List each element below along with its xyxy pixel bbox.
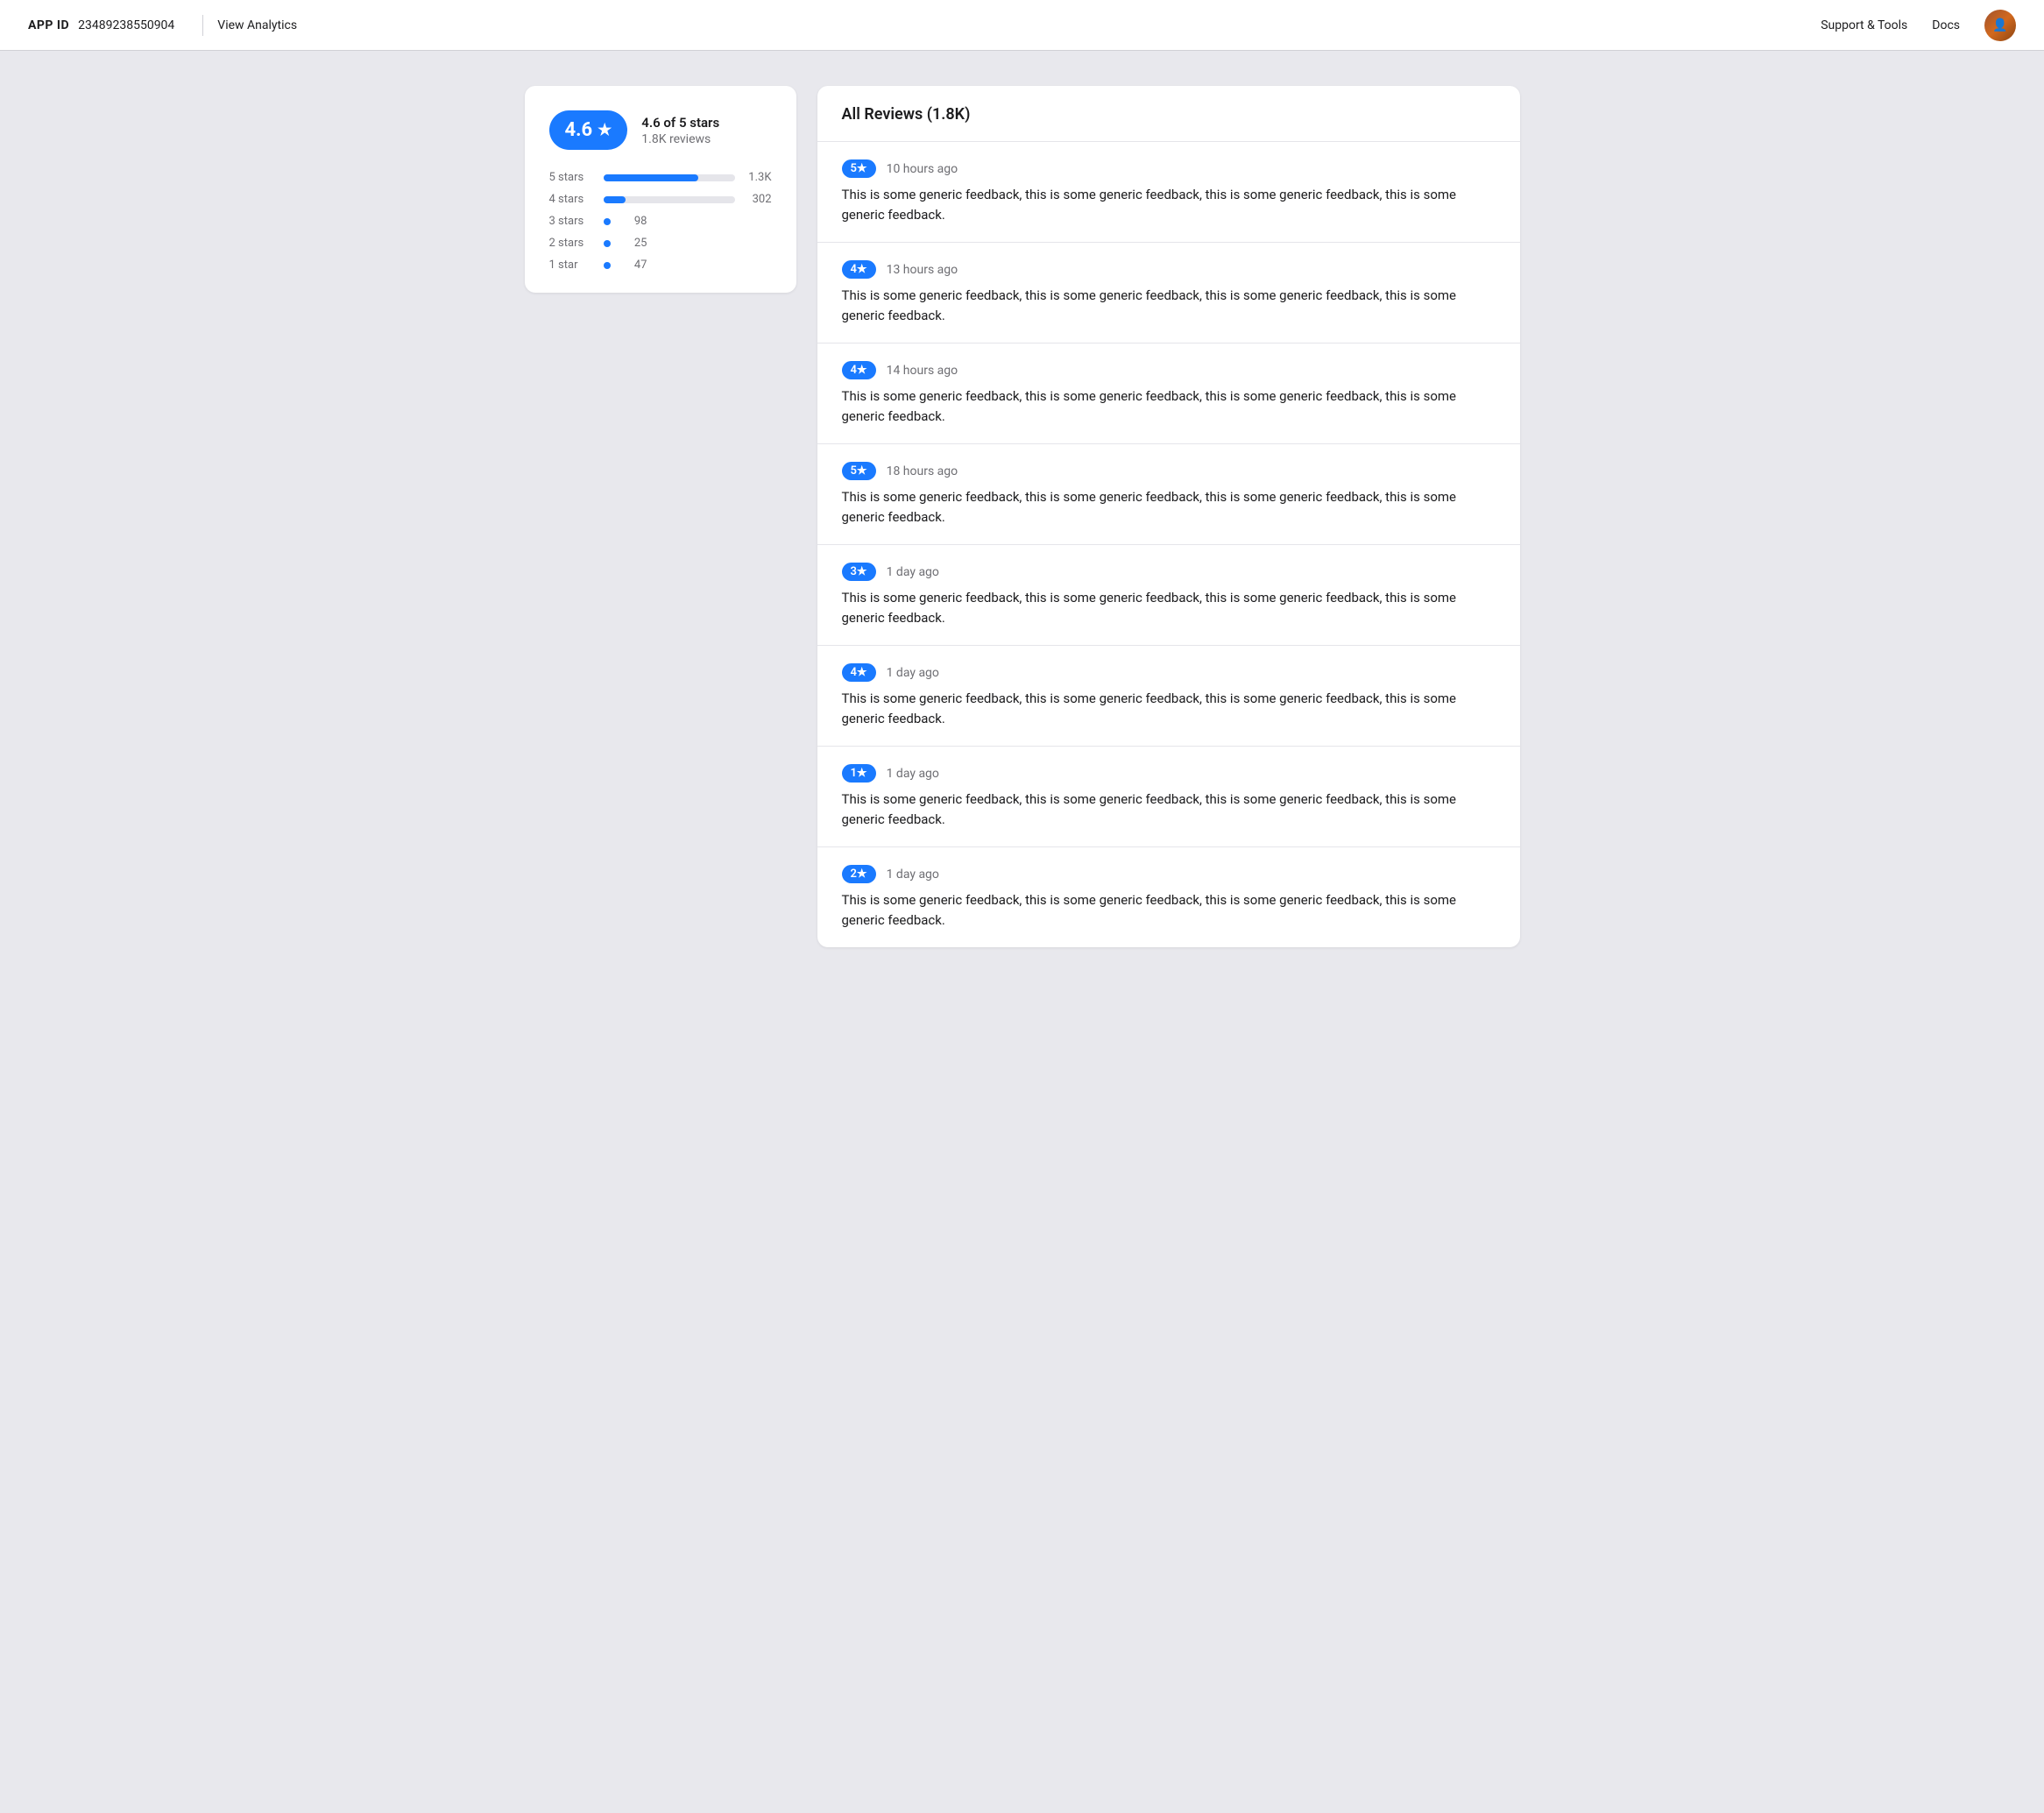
reviews-list: 5★ 10 hours ago This is some generic feedb…	[817, 142, 1520, 947]
review-time: 10 hours ago	[887, 162, 958, 176]
review-text: This is some generic feedback, this is s…	[842, 185, 1496, 224]
review-item: 4★ 14 hours ago This is some generic feedb…	[817, 343, 1520, 444]
review-meta: 5★ 18 hours ago	[842, 462, 1496, 480]
review-text: This is some generic feedback, this is s…	[842, 286, 1496, 325]
bar-dot	[604, 240, 611, 247]
bar-label: 3 stars	[549, 215, 595, 228]
review-stars-badge: 5★	[842, 462, 876, 480]
review-time: 1 day ago	[887, 767, 939, 781]
bar-count: 1.3K	[744, 171, 772, 184]
review-stars-badge: 1★	[842, 764, 876, 783]
bar-track	[604, 174, 735, 181]
review-item: 4★ 13 hours ago This is some generic feedb…	[817, 243, 1520, 343]
review-time: 14 hours ago	[887, 364, 958, 378]
bar-dot	[604, 218, 611, 225]
reviews-title: All Reviews (1.8K)	[842, 105, 971, 124]
rating-score: 4.6	[565, 119, 593, 141]
review-item: 4★ 1 day ago This is some generic feedback…	[817, 646, 1520, 747]
rating-count: 1.8K reviews	[641, 132, 719, 146]
review-meta: 4★ 13 hours ago	[842, 260, 1496, 279]
review-text: This is some generic feedback, this is s…	[842, 588, 1496, 627]
review-stars-badge: 4★	[842, 663, 876, 682]
avatar[interactable]: 👤	[1984, 10, 2016, 41]
review-stars-badge: 4★	[842, 260, 876, 279]
bar-label: 5 stars	[549, 171, 595, 184]
rating-summary: 4.6 of 5 stars 1.8K reviews	[641, 115, 719, 146]
rating-bar-row: 2 stars 25	[549, 237, 772, 250]
review-item: 5★ 10 hours ago This is some generic feedb…	[817, 142, 1520, 243]
app-id-label: APP ID	[28, 18, 69, 32]
bar-count: 302	[744, 193, 772, 206]
review-item: 2★ 1 day ago This is some generic feedback…	[817, 847, 1520, 947]
view-analytics-link[interactable]: View Analytics	[217, 18, 297, 32]
review-item: 1★ 1 day ago This is some generic feedback…	[817, 747, 1520, 847]
review-meta: 2★ 1 day ago	[842, 865, 1496, 883]
bar-dot	[604, 262, 611, 269]
rating-bar-row: 4 stars 302	[549, 193, 772, 206]
rating-card: 4.6 ★ 4.6 of 5 stars 1.8K reviews 5 star…	[525, 86, 796, 293]
review-stars-badge: 3★	[842, 563, 876, 581]
rating-bar-row: 5 stars 1.3K	[549, 171, 772, 184]
review-meta: 4★ 14 hours ago	[842, 361, 1496, 379]
bar-count: 47	[619, 258, 647, 272]
review-item: 3★ 1 day ago This is some generic feedback…	[817, 545, 1520, 646]
app-id-value: 23489238550904	[78, 18, 174, 32]
review-time: 13 hours ago	[887, 263, 958, 277]
review-meta: 5★ 10 hours ago	[842, 159, 1496, 178]
review-meta: 4★ 1 day ago	[842, 663, 1496, 682]
rating-bar-row: 3 stars 98	[549, 215, 772, 228]
review-time: 1 day ago	[887, 666, 939, 680]
review-time: 1 day ago	[887, 868, 939, 882]
header-left: APP ID 23489238550904 View Analytics	[28, 15, 297, 36]
docs-link[interactable]: Docs	[1932, 18, 1960, 32]
bar-track	[604, 196, 735, 203]
support-tools-link[interactable]: Support & Tools	[1821, 18, 1907, 32]
header-divider	[202, 15, 203, 36]
bar-label: 4 stars	[549, 193, 595, 206]
review-text: This is some generic feedback, this is s…	[842, 890, 1496, 930]
review-stars-badge: 2★	[842, 865, 876, 883]
rating-bar-row: 1 star 47	[549, 258, 772, 272]
reviews-header: All Reviews (1.8K)	[817, 86, 1520, 142]
bar-count: 98	[619, 215, 647, 228]
app-header: APP ID 23489238550904 View Analytics Sup…	[0, 0, 2044, 51]
review-item: 5★ 18 hours ago This is some generic feedb…	[817, 444, 1520, 545]
rating-bars: 5 stars 1.3K 4 stars 302 3 stars 98 2 stars 25 1…	[549, 171, 772, 272]
rating-star-icon: ★	[598, 121, 612, 139]
bar-label: 1 star	[549, 258, 595, 272]
review-meta: 3★ 1 day ago	[842, 563, 1496, 581]
review-text: This is some generic feedback, this is s…	[842, 689, 1496, 728]
review-stars-badge: 4★	[842, 361, 876, 379]
reviews-panel: All Reviews (1.8K) 5★ 10 hours ago This is…	[817, 86, 1520, 947]
review-stars-badge: 5★	[842, 159, 876, 178]
review-text: This is some generic feedback, this is s…	[842, 790, 1496, 829]
bar-fill	[604, 196, 626, 203]
bar-fill	[604, 174, 698, 181]
rating-top: 4.6 ★ 4.6 of 5 stars 1.8K reviews	[549, 110, 772, 150]
main-content: 4.6 ★ 4.6 of 5 stars 1.8K reviews 5 star…	[497, 51, 1548, 982]
bar-count: 25	[619, 237, 647, 250]
bar-label: 2 stars	[549, 237, 595, 250]
review-meta: 1★ 1 day ago	[842, 764, 1496, 783]
review-time: 1 day ago	[887, 565, 939, 579]
header-right: Support & Tools Docs 👤	[1821, 10, 2016, 41]
rating-badge: 4.6 ★	[549, 110, 628, 150]
review-text: This is some generic feedback, this is s…	[842, 487, 1496, 527]
rating-of-5: 4.6 of 5 stars	[641, 115, 719, 131]
review-time: 18 hours ago	[887, 464, 958, 478]
review-text: This is some generic feedback, this is s…	[842, 386, 1496, 426]
